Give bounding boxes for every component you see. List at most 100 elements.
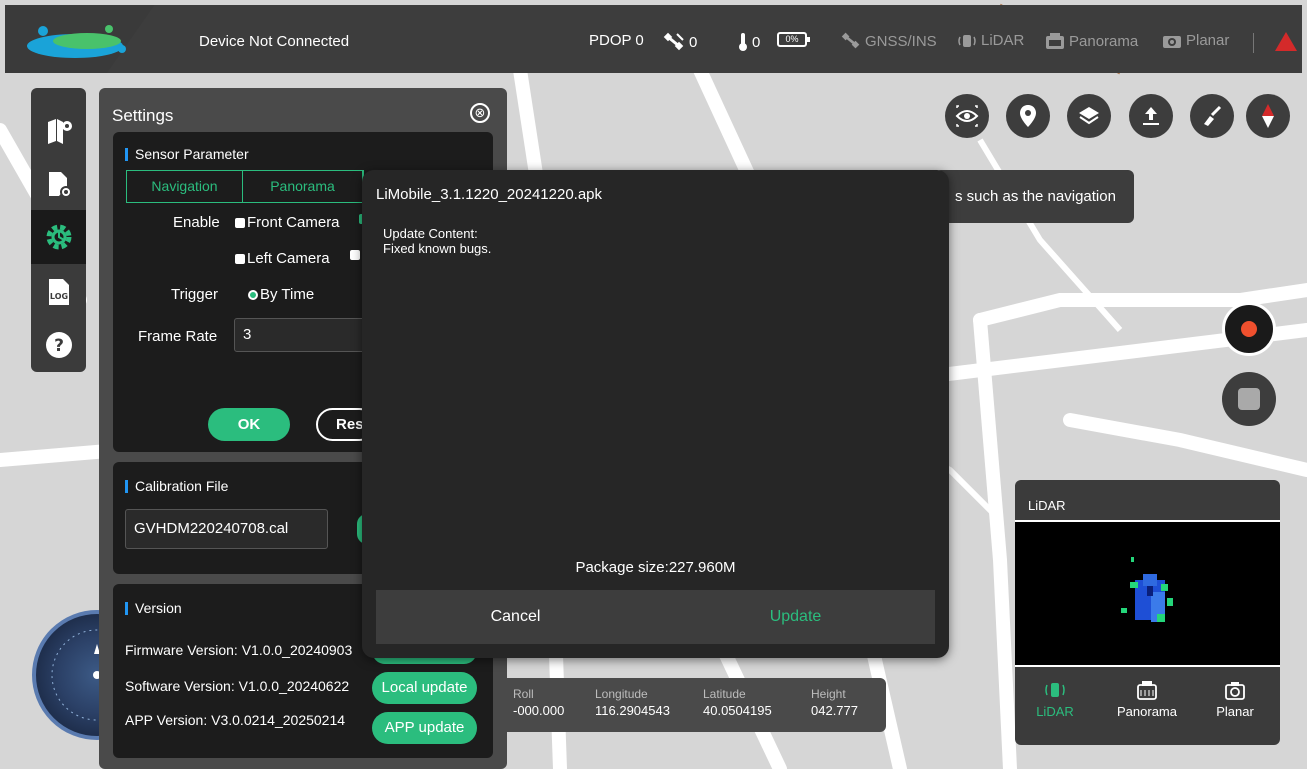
temperature-indicator: 0 xyxy=(738,32,760,52)
ok-button[interactable]: OK xyxy=(208,408,290,441)
svg-text:?: ? xyxy=(54,336,64,356)
satellite-icon xyxy=(841,32,860,49)
left-camera-label: Left Camera xyxy=(247,250,330,267)
broom-icon xyxy=(1204,105,1222,126)
height-label: Height xyxy=(811,687,846,701)
camera-icon xyxy=(1225,682,1245,700)
top-bar: Device Not Connected PDOP 0 0 0 0% GNSS/… xyxy=(5,5,1302,73)
sensor-tabs: Navigation Panorama xyxy=(126,170,364,203)
satellite-icon xyxy=(663,32,684,51)
svg-text:LOG: LOG xyxy=(49,292,67,301)
layers-button[interactable] xyxy=(1067,94,1111,138)
firmware-version: Firmware Version: V1.0.0_20240903 xyxy=(125,642,353,658)
file-settings-icon xyxy=(48,172,72,198)
telemetry-bar: Roll -000.000 Longitude 116.2904543 Lati… xyxy=(495,678,886,732)
satellite-indicator: 0 xyxy=(663,32,697,52)
lidar-panel: LiDAR LiDAR Panorama Planar xyxy=(1015,480,1280,745)
compass-button[interactable] xyxy=(1246,94,1290,138)
sidebar-item-map-settings[interactable] xyxy=(31,104,86,158)
camera-icon xyxy=(1163,35,1181,48)
gear-icon xyxy=(46,224,71,250)
stop-button[interactable] xyxy=(1222,372,1276,426)
warning-icon[interactable] xyxy=(1275,32,1297,51)
checkbox-icon xyxy=(235,217,245,228)
tab-panorama[interactable]: Panorama xyxy=(243,171,363,202)
tab-panorama-view[interactable]: Panorama xyxy=(1107,680,1187,719)
sidebar-item-log[interactable]: LOG xyxy=(31,265,86,319)
front-camera-checkbox[interactable]: Front Camera xyxy=(235,214,340,231)
battery-indicator: 0% xyxy=(777,32,810,47)
help-icon: ? xyxy=(45,332,72,358)
sidebar-item-settings[interactable] xyxy=(31,210,86,264)
panorama-camera-icon xyxy=(1137,681,1157,700)
frame-rate-input[interactable]: 3 xyxy=(234,318,374,352)
log-icon: LOG xyxy=(48,279,69,305)
frame-rate-label: Frame Rate xyxy=(138,328,218,345)
calibration-file-field[interactable]: GVHDM220240708.cal xyxy=(125,509,328,549)
cancel-button[interactable]: Cancel xyxy=(376,590,655,644)
view-toggle-button[interactable] xyxy=(945,94,989,138)
tab-planar-label: Planar xyxy=(1216,704,1254,719)
latitude-readout: Latitude 40.0504195 xyxy=(703,687,772,718)
panorama-status[interactable]: Panorama xyxy=(1045,32,1138,50)
update-button[interactable]: Update xyxy=(656,590,935,644)
lidar-icon xyxy=(1045,683,1065,697)
planar-label: Planar xyxy=(1186,32,1230,49)
local-update-button[interactable]: Local update xyxy=(372,672,477,704)
record-button[interactable] xyxy=(1222,302,1276,356)
update-dialog: LiMobile_3.1.1220_20241220.apk Update Co… xyxy=(362,170,949,658)
checkbox-icon xyxy=(235,253,245,264)
location-button[interactable] xyxy=(1006,94,1050,138)
longitude-value: 116.2904543 xyxy=(595,703,670,718)
app-update-button[interactable]: APP update xyxy=(372,712,477,744)
eye-icon xyxy=(955,105,979,127)
front-camera-label: Front Camera xyxy=(247,214,340,231)
tab-panorama-label: Panorama xyxy=(1117,704,1177,719)
version-title: Version xyxy=(125,600,182,616)
tab-lidar-label: LiDAR xyxy=(1036,704,1074,719)
planar-status[interactable]: Planar xyxy=(1162,32,1229,49)
lidar-panel-title: LiDAR xyxy=(1028,498,1066,513)
connection-status: Device Not Connected xyxy=(199,33,350,50)
tab-planar[interactable]: Planar xyxy=(1195,680,1275,719)
sidebar-item-file-settings[interactable] xyxy=(31,158,86,212)
trigger-label: Trigger xyxy=(171,286,218,303)
height-value: 042.777 xyxy=(811,703,858,718)
divider xyxy=(1253,33,1254,53)
sidebar-item-help[interactable]: ? xyxy=(31,318,86,372)
panorama-label: Panorama xyxy=(1069,32,1139,50)
upload-icon xyxy=(1143,107,1159,125)
tab-lidar[interactable]: LiDAR xyxy=(1015,680,1095,719)
trigger-by-time-radio[interactable]: By Time xyxy=(248,286,314,303)
thermometer-icon xyxy=(739,33,747,51)
dialog-footer: Cancel Update xyxy=(376,590,935,644)
checkbox-icon xyxy=(350,250,360,260)
longitude-readout: Longitude 116.2904543 xyxy=(595,687,670,718)
panorama-camera-icon xyxy=(1046,33,1064,49)
logo xyxy=(5,5,170,73)
other-camera-checkbox[interactable] xyxy=(350,250,362,260)
location-pin-icon xyxy=(1020,105,1036,127)
sensor-parameter-title: Sensor Parameter xyxy=(125,146,249,162)
layers-icon xyxy=(1079,107,1099,125)
dialog-title: LiMobile_3.1.1220_20241220.apk xyxy=(376,186,603,203)
calibration-title: Calibration File xyxy=(125,478,228,494)
upload-button[interactable] xyxy=(1129,94,1173,138)
gnss-status[interactable]: GNSS/INS xyxy=(841,32,937,50)
left-camera-checkbox[interactable]: Left Camera xyxy=(235,250,330,267)
close-icon[interactable]: ⊗ xyxy=(470,103,490,123)
latitude-label: Latitude xyxy=(703,687,746,701)
battery-icon: 0% xyxy=(777,32,810,47)
lidar-point-cloud[interactable] xyxy=(1015,520,1280,667)
side-nav: LOG ? xyxy=(31,88,86,372)
clear-button[interactable] xyxy=(1190,94,1234,138)
longitude-label: Longitude xyxy=(595,687,648,701)
radio-icon xyxy=(248,289,258,300)
update-content-label: Update Content: xyxy=(383,226,478,241)
update-content-text: Fixed known bugs. xyxy=(383,241,492,256)
lidar-status[interactable]: LiDAR xyxy=(957,32,1024,49)
gnss-label: GNSS/INS xyxy=(865,32,937,50)
pdop-indicator: PDOP 0 xyxy=(589,32,644,49)
north-arrow-icon xyxy=(1262,104,1274,128)
tab-navigation[interactable]: Navigation xyxy=(127,171,243,202)
